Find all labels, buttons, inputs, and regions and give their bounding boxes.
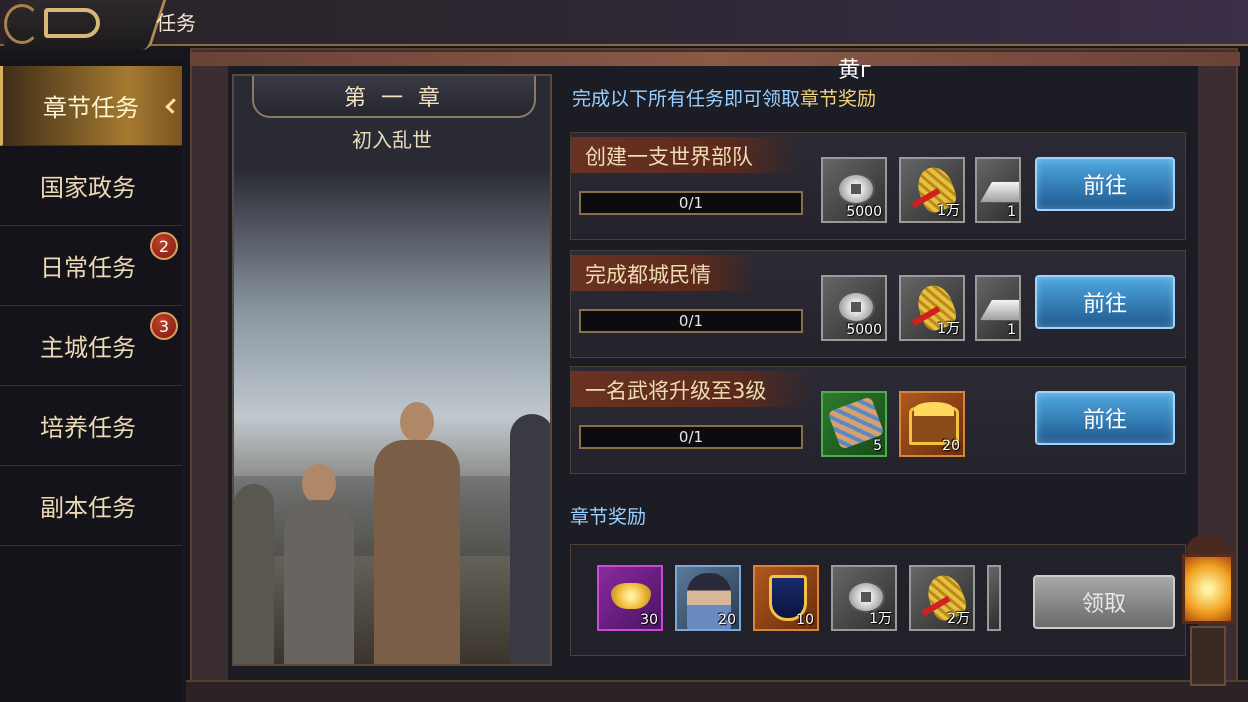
reward-quantity: 2万 xyxy=(947,611,970,627)
reward-quantity: 5000 xyxy=(846,322,882,338)
reward-slot[interactable]: 1 xyxy=(975,157,1021,223)
task-instruction: 完成以下所有任务即可领取章节奖励 xyxy=(572,84,876,111)
task-name: 创建一支世界部队 xyxy=(571,137,799,173)
reward-quantity: 5 xyxy=(873,438,882,454)
reward-slot[interactable]: 10 xyxy=(753,565,819,631)
silver-coin-icon xyxy=(837,173,875,205)
dragon-ornament-icon xyxy=(4,4,40,44)
task-name: 完成都城民情 xyxy=(571,255,757,291)
reward-slot[interactable]: 5000 xyxy=(821,157,887,223)
reward-quantity: 10 xyxy=(796,612,814,628)
task-row: 创建一支世界部队 0/1 5000 1万 1 前往 xyxy=(570,132,1186,240)
chevron-left-icon xyxy=(165,98,181,114)
sidebar-item-city-tasks[interactable]: 主城任务 3 xyxy=(0,306,182,386)
claim-button[interactable]: 领取 xyxy=(1033,575,1175,629)
sidebar-item-label: 主城任务 xyxy=(40,334,136,362)
silver-coin-icon xyxy=(837,291,875,323)
chapter-reward-box: 30 20 10 1万 2万 领取 xyxy=(570,544,1186,656)
reward-slot[interactable]: 20 xyxy=(675,565,741,631)
reward-quantity: 30 xyxy=(640,612,658,628)
sidebar-item-label: 日常任务 xyxy=(40,254,136,282)
reward-slot[interactable]: 1万 xyxy=(899,157,965,223)
reward-quantity: 20 xyxy=(718,612,736,628)
bottom-strip xyxy=(186,680,1248,702)
task-progress-bar: 0/1 xyxy=(579,309,803,333)
reward-slot[interactable]: 1万 xyxy=(831,565,897,631)
chapter-number: 第 一 章 xyxy=(252,76,536,118)
lantern-icon xyxy=(1178,536,1238,686)
armored-soldier-icon xyxy=(510,414,550,664)
reward-quantity: 1 xyxy=(1007,322,1016,338)
sidebar-item-label: 国家政务 xyxy=(40,174,136,202)
reward-quantity: 1万 xyxy=(937,321,960,337)
chapter-reward-label: 章节奖励 xyxy=(570,506,647,528)
task-row: 一名武将升级至3级 0/1 5 20 前往 xyxy=(570,366,1186,474)
sidebar-item-daily-tasks[interactable]: 日常任务 2 xyxy=(0,226,182,306)
soldier-figure-icon xyxy=(284,464,354,664)
sidebar-item-label: 章节任务 xyxy=(43,94,139,122)
sidebar-item-chapter-tasks[interactable]: 章节任务 xyxy=(0,66,182,146)
reward-slot[interactable]: 2万 xyxy=(909,565,975,631)
iron-ingot-icon xyxy=(978,181,1019,203)
instruction-highlight: 章节奖励 xyxy=(800,88,877,110)
reward-quantity: 1万 xyxy=(937,203,960,219)
gold-ingot-icon xyxy=(611,583,651,609)
task-name: 一名武将升级至3级 xyxy=(571,371,813,407)
task-progress-bar: 0/1 xyxy=(579,191,803,215)
sidebar-item-state-affairs[interactable]: 国家政务 xyxy=(0,146,182,226)
notification-badge: 2 xyxy=(150,232,178,260)
reward-slot[interactable]: 5000 xyxy=(821,275,887,341)
reward-slot[interactable]: 30 xyxy=(597,565,663,631)
hero-figure-icon xyxy=(374,402,460,664)
reward-quantity: 1万 xyxy=(869,611,892,627)
iron-ingot-icon xyxy=(978,299,1019,321)
reward-slot[interactable]: 1 xyxy=(975,275,1021,341)
reward-slot[interactable]: 1万 xyxy=(899,275,965,341)
task-row: 完成都城民情 0/1 5000 1万 1 前往 xyxy=(570,250,1186,358)
back-arrow-icon[interactable] xyxy=(44,8,100,38)
task-progress-bar: 0/1 xyxy=(579,425,803,449)
reward-quantity: 1 xyxy=(1007,204,1016,220)
reward-quantity: 5000 xyxy=(846,204,882,220)
chapter-name: 初入乱世 xyxy=(352,128,432,152)
reward-quantity: 20 xyxy=(942,438,960,454)
top-label: 黄г xyxy=(838,58,872,83)
frame-top-border xyxy=(190,52,1240,66)
reward-slot[interactable]: 5 xyxy=(821,391,887,457)
page-title: 任务 xyxy=(156,11,196,35)
sidebar: 章节任务 国家政务 日常任务 2 主城任务 3 培养任务 副本任务 xyxy=(0,60,182,702)
reward-slot[interactable]: 20 xyxy=(899,391,965,457)
notification-badge: 3 xyxy=(150,312,178,340)
go-button[interactable]: 前往 xyxy=(1035,157,1175,211)
sidebar-item-training-tasks[interactable]: 培养任务 xyxy=(0,386,182,466)
sidebar-item-label: 副本任务 xyxy=(40,494,136,522)
sidebar-item-dungeon-tasks[interactable]: 副本任务 xyxy=(0,466,182,546)
sidebar-item-label: 培养任务 xyxy=(40,414,136,442)
soldier-figure-icon xyxy=(234,484,274,664)
chapter-panel: 第 一 章 初入乱世 xyxy=(232,74,552,666)
go-button[interactable]: 前往 xyxy=(1035,391,1175,445)
reward-slot-clipped[interactable] xyxy=(987,565,1001,631)
go-button[interactable]: 前往 xyxy=(1035,275,1175,329)
instruction-text: 完成以下所有任务即可领取 xyxy=(572,88,801,110)
